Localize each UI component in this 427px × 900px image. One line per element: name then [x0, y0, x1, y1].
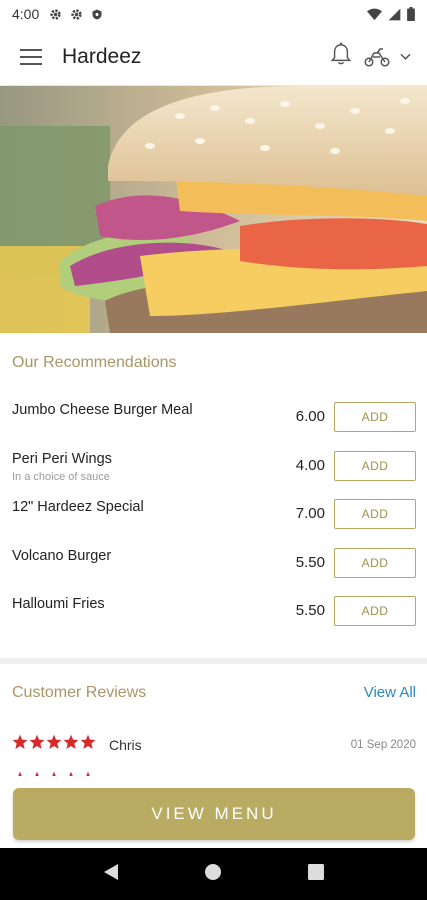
status-bar: 4:00	[0, 0, 427, 28]
item-name: 12" Hardeez Special	[12, 499, 144, 515]
notifications-button[interactable]	[330, 42, 352, 71]
review-row: Chris 01 Sep 2020	[0, 734, 427, 758]
star-icon	[12, 734, 28, 749]
add-button[interactable]: ADD	[334, 450, 416, 481]
shield-icon	[92, 9, 102, 19]
add-button[interactable]: ADD	[334, 499, 416, 529]
app-title: Hardeez	[62, 44, 142, 68]
star-icon	[46, 734, 62, 749]
recents-icon	[308, 863, 325, 880]
wifi-icon	[367, 8, 382, 20]
star-icon	[29, 734, 45, 749]
settings-gear-icon	[71, 8, 82, 20]
order-mode-selector[interactable]	[364, 47, 411, 67]
add-button[interactable]: ADD	[334, 547, 416, 578]
battery-icon	[407, 7, 415, 21]
chevron-down-icon	[400, 53, 411, 60]
signal-icon	[388, 8, 401, 20]
bell-icon	[330, 42, 352, 65]
hamburger-menu-icon	[20, 48, 42, 65]
hero-burger-image	[0, 86, 427, 333]
star-icon	[63, 734, 79, 749]
review-date: 01 Sep 2020	[350, 739, 416, 751]
list-item: Volcano Burger 5.50 ADD	[0, 546, 427, 595]
view-all-reviews-link[interactable]: View All	[364, 684, 416, 701]
item-price: 6.00	[295, 408, 325, 425]
system-nav-bar	[0, 848, 427, 900]
item-name: Jumbo Cheese Burger Meal	[12, 402, 193, 418]
recommendations-list: Jumbo Cheese Burger Meal 6.00 ADD Peri P…	[0, 400, 427, 643]
home-icon	[205, 863, 222, 880]
list-item: 12" Hardeez Special 7.00 ADD	[0, 497, 427, 546]
nav-home-button[interactable]	[204, 863, 222, 886]
list-item: Peri Peri Wings In a choice of sauce 4.0…	[0, 449, 427, 498]
list-item: Halloumi Fries 5.50 ADD	[0, 594, 427, 643]
item-price: 5.50	[295, 553, 325, 571]
item-price: 7.00	[295, 505, 325, 522]
item-name: Halloumi Fries	[12, 596, 105, 612]
reviews-title: Customer Reviews	[12, 684, 147, 701]
section-divider	[0, 658, 427, 664]
add-button[interactable]: ADD	[334, 402, 416, 432]
bottom-cta-bar: VIEW MENU	[0, 776, 427, 848]
delivery-scooter-icon	[364, 47, 390, 67]
star-rating	[12, 734, 96, 750]
item-description: In a choice of sauce	[12, 470, 110, 483]
item-name: Volcano Burger	[12, 547, 112, 564]
item-price: 5.50	[295, 602, 325, 619]
view-menu-button[interactable]: VIEW MENU	[13, 788, 415, 840]
nav-recents-button[interactable]	[308, 863, 325, 885]
burger-illustration	[0, 86, 427, 333]
nav-back-button[interactable]	[103, 863, 119, 886]
item-name: Peri Peri Wings	[12, 450, 112, 467]
reviewer-name: Chris	[109, 737, 142, 753]
hamburger-menu-button[interactable]	[0, 28, 62, 86]
add-button[interactable]: ADD	[334, 596, 416, 626]
item-price: 4.00	[295, 456, 325, 474]
list-item: Jumbo Cheese Burger Meal 6.00 ADD	[0, 400, 427, 449]
settings-gear-icon	[50, 8, 61, 20]
app-bar: Hardeez	[0, 28, 427, 86]
star-icon	[80, 734, 96, 749]
back-icon	[103, 863, 118, 880]
recommendations-title: Our Recommendations	[12, 354, 177, 371]
status-time: 4:00	[12, 6, 40, 22]
